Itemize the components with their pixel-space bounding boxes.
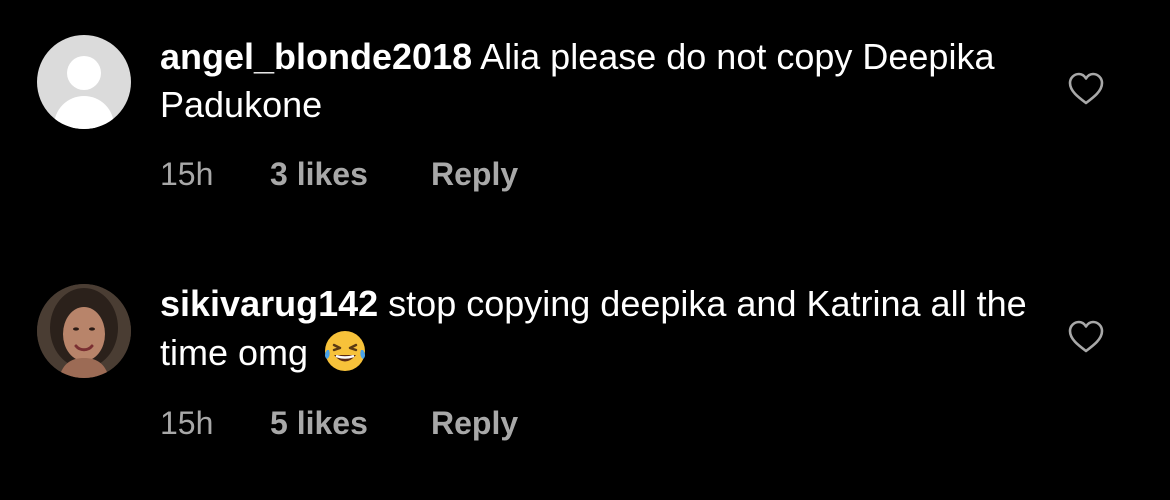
comment-body: sikivarug142 stop copying deepika and Ka… — [160, 280, 1040, 377]
comment-likes-link[interactable]: 5 likes — [270, 403, 368, 443]
avatar-head-shape — [67, 56, 101, 90]
laughing-tears-emoji-icon — [325, 331, 366, 371]
heart-icon[interactable] — [1068, 72, 1104, 106]
avatar-shoulders-shape — [54, 96, 114, 129]
comment-item: angel_blonde2018 Alia please do not copy… — [0, 0, 1170, 250]
comment-username[interactable]: angel_blonde2018 — [160, 36, 472, 77]
avatar-photo-image — [37, 284, 131, 378]
comment-likes-link[interactable]: 3 likes — [270, 154, 368, 194]
reply-button[interactable]: Reply — [431, 403, 518, 443]
comment-time: 15h — [160, 405, 214, 441]
avatar[interactable] — [37, 35, 131, 129]
reply-button[interactable]: Reply — [431, 154, 518, 194]
comment-time: 15h — [160, 156, 214, 192]
avatar[interactable] — [37, 284, 131, 378]
comment-item: sikivarug142 stop copying deepika and Ka… — [0, 250, 1170, 500]
comment-body: angel_blonde2018 Alia please do not copy… — [160, 33, 1040, 129]
comment-username[interactable]: sikivarug142 — [160, 283, 378, 324]
heart-icon[interactable] — [1068, 320, 1104, 354]
